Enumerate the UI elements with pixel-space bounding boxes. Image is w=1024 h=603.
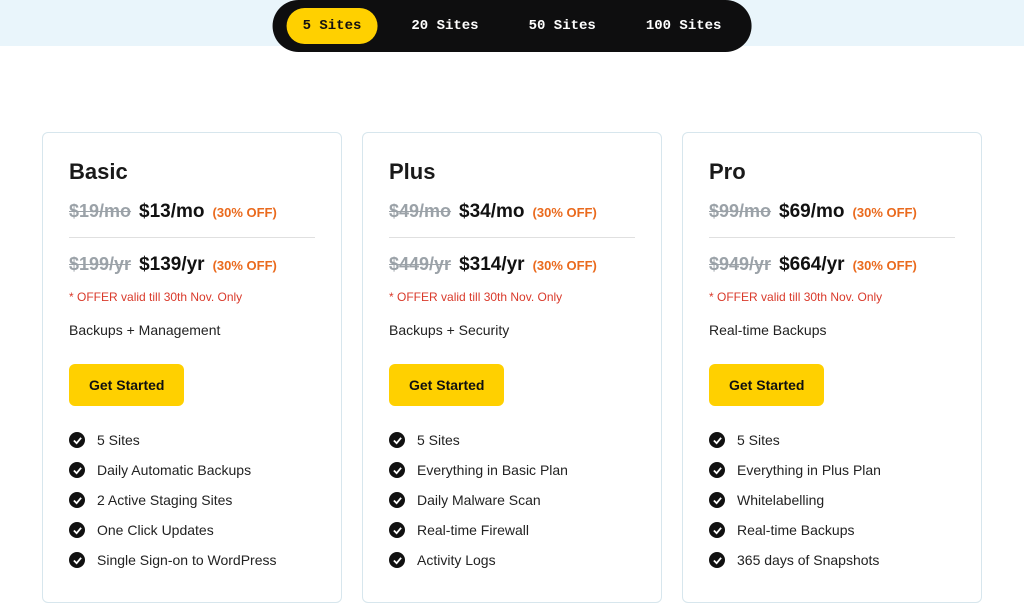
price-monthly: $99/mo $69/mo (30% OFF) [709,201,955,223]
feature-text: Single Sign-on to WordPress [97,552,277,568]
check-icon [709,432,725,448]
plan-tagline: Backups + Security [389,322,635,338]
tab-5-sites[interactable]: 5 Sites [287,8,378,44]
tab-100-sites[interactable]: 100 Sites [630,8,738,44]
feature-item: One Click Updates [69,522,315,538]
check-icon [389,492,405,508]
price-yearly: $949/yr $664/yr (30% OFF) [709,254,955,276]
check-icon [389,552,405,568]
check-icon [389,432,405,448]
plan-tagline: Real-time Backups [709,322,955,338]
plan-name: Plus [389,159,635,185]
feature-text: Real-time Backups [737,522,855,538]
feature-item: Daily Automatic Backups [69,462,315,478]
check-icon [709,492,725,508]
new-yearly-price: $139/yr [139,254,205,276]
discount-badge: (30% OFF) [853,205,917,220]
plan-card-pro: Pro $99/mo $69/mo (30% OFF) $949/yr $664… [682,132,982,603]
check-icon [69,492,85,508]
check-icon [709,552,725,568]
new-monthly-price: $34/mo [459,201,524,223]
discount-badge: (30% OFF) [853,258,917,273]
plan-tagline: Backups + Management [69,322,315,338]
discount-badge: (30% OFF) [533,205,597,220]
plan-card-plus: Plus $49/mo $34/mo (30% OFF) $449/yr $31… [362,132,662,603]
feature-item: Everything in Basic Plan [389,462,635,478]
feature-list: 5 Sites Daily Automatic Backups 2 Active… [69,432,315,568]
feature-text: 5 Sites [97,432,140,448]
feature-list: 5 Sites Everything in Basic Plan Daily M… [389,432,635,568]
feature-text: 365 days of Snapshots [737,552,879,568]
check-icon [69,552,85,568]
feature-item: 5 Sites [69,432,315,448]
discount-badge: (30% OFF) [213,258,277,273]
feature-item: Daily Malware Scan [389,492,635,508]
feature-text: Daily Automatic Backups [97,462,251,478]
price-yearly: $449/yr $314/yr (30% OFF) [389,254,635,276]
divider [389,237,635,238]
price-yearly: $199/yr $139/yr (30% OFF) [69,254,315,276]
discount-badge: (30% OFF) [533,258,597,273]
feature-text: Everything in Plus Plan [737,462,881,478]
get-started-button[interactable]: Get Started [709,364,824,406]
check-icon [389,522,405,538]
feature-text: 2 Active Staging Sites [97,492,232,508]
offer-text: OFFER valid till 30th Nov. Only [69,290,315,304]
old-monthly-price: $19/mo [69,201,131,222]
sites-tab-bar: 5 Sites 20 Sites 50 Sites 100 Sites [273,0,752,52]
feature-text: One Click Updates [97,522,214,538]
pricing-cards: Basic $19/mo $13/mo (30% OFF) $199/yr $1… [0,46,1024,603]
old-monthly-price: $49/mo [389,201,451,222]
get-started-button[interactable]: Get Started [389,364,504,406]
old-yearly-price: $199/yr [69,254,131,275]
new-monthly-price: $69/mo [779,201,844,223]
tab-20-sites[interactable]: 20 Sites [395,8,494,44]
feature-item: 365 days of Snapshots [709,552,955,568]
feature-text: Daily Malware Scan [417,492,541,508]
new-yearly-price: $314/yr [459,254,525,276]
check-icon [69,522,85,538]
feature-text: 5 Sites [417,432,460,448]
feature-item: 5 Sites [709,432,955,448]
check-icon [709,522,725,538]
feature-text: Everything in Basic Plan [417,462,568,478]
old-yearly-price: $949/yr [709,254,771,275]
check-icon [389,462,405,478]
price-monthly: $49/mo $34/mo (30% OFF) [389,201,635,223]
feature-text: 5 Sites [737,432,780,448]
feature-item: Single Sign-on to WordPress [69,552,315,568]
feature-item: Everything in Plus Plan [709,462,955,478]
feature-item: Activity Logs [389,552,635,568]
offer-text: OFFER valid till 30th Nov. Only [389,290,635,304]
feature-item: Whitelabelling [709,492,955,508]
offer-text: OFFER valid till 30th Nov. Only [709,290,955,304]
feature-item: 5 Sites [389,432,635,448]
plan-name: Pro [709,159,955,185]
old-monthly-price: $99/mo [709,201,771,222]
feature-item: Real-time Backups [709,522,955,538]
discount-badge: (30% OFF) [213,205,277,220]
new-monthly-price: $13/mo [139,201,204,223]
divider [69,237,315,238]
tab-50-sites[interactable]: 50 Sites [513,8,612,44]
plan-name: Basic [69,159,315,185]
price-monthly: $19/mo $13/mo (30% OFF) [69,201,315,223]
divider [709,237,955,238]
check-icon [709,462,725,478]
feature-text: Activity Logs [417,552,496,568]
new-yearly-price: $664/yr [779,254,845,276]
old-yearly-price: $449/yr [389,254,451,275]
feature-item: 2 Active Staging Sites [69,492,315,508]
get-started-button[interactable]: Get Started [69,364,184,406]
feature-text: Whitelabelling [737,492,824,508]
check-icon [69,432,85,448]
feature-list: 5 Sites Everything in Plus Plan Whitelab… [709,432,955,568]
feature-text: Real-time Firewall [417,522,529,538]
check-icon [69,462,85,478]
plan-card-basic: Basic $19/mo $13/mo (30% OFF) $199/yr $1… [42,132,342,603]
feature-item: Real-time Firewall [389,522,635,538]
